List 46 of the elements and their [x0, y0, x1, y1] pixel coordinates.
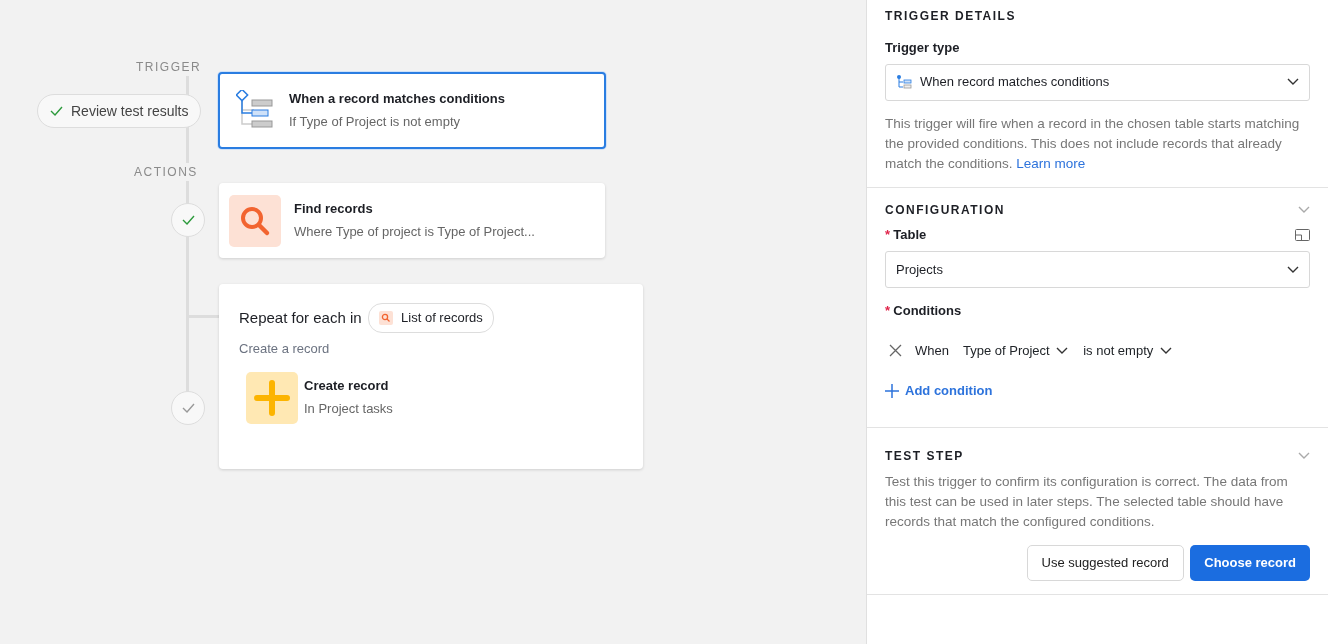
- plus-icon: [245, 371, 298, 424]
- condition-tree-icon: [896, 74, 912, 90]
- field-dropdown[interactable]: Type of Project: [961, 340, 1070, 362]
- list-of-records-chip[interactable]: List of records: [368, 303, 494, 333]
- check-icon: [50, 106, 63, 116]
- repeat-title: Repeat for each in: [239, 307, 362, 328]
- section-heading: TRIGGER DETAILS: [885, 7, 1017, 25]
- search-icon: [379, 310, 394, 325]
- trigger-description: This trigger will fire when a record in the chosen table starts matching the provided conditions. This does not include records that already match the conditions. Learn more: [885, 114, 1301, 173]
- condition-prefix: When: [915, 342, 949, 360]
- table-select[interactable]: Projects: [885, 251, 1310, 288]
- expand-view-icon[interactable]: [1295, 228, 1310, 241]
- section-heading: CONFIGURATION: [885, 201, 1005, 219]
- check-icon: [181, 215, 195, 225]
- field-label: * Table: [885, 226, 927, 244]
- field-label: * Conditions: [885, 302, 963, 320]
- step-title: Create record: [304, 377, 390, 396]
- test-description: Test this trigger to confirm its configuration is correct. The data from this test can be used in later steps. The selected table should have records that match the configured conditions.: [885, 472, 1289, 531]
- check-icon: [181, 403, 195, 413]
- chevron-down-icon: [1287, 265, 1299, 274]
- step-title: When a record matches conditions: [289, 90, 505, 109]
- chevron-down-icon: [1287, 78, 1299, 86]
- search-icon: [229, 194, 281, 247]
- close-icon[interactable]: [889, 344, 902, 358]
- step-title: Find records: [294, 200, 374, 219]
- add-condition-button[interactable]: Add condition: [885, 381, 993, 401]
- plus-icon: [885, 383, 899, 398]
- field-label: Trigger type: [885, 38, 961, 57]
- chevron-down-icon: [1056, 346, 1069, 355]
- required-mark: *: [885, 303, 891, 318]
- operator-dropdown[interactable]: is not empty: [1082, 340, 1173, 362]
- section-heading: TEST STEP: [885, 448, 964, 465]
- suggested-record-button[interactable]: Use suggested record: [1026, 544, 1184, 581]
- trigger-type-select[interactable]: When record matches conditions: [885, 63, 1310, 101]
- review-test-results-button[interactable]: Review test results: [37, 94, 202, 128]
- choose-record-button[interactable]: Choose record: [1190, 544, 1310, 581]
- required-mark: *: [885, 227, 891, 242]
- step-card[interactable]: Find records Where Type of project is Type of Project...: [219, 183, 605, 258]
- step-subtitle: In Project tasks: [304, 400, 393, 419]
- chevron-down-icon: [1159, 346, 1172, 355]
- trigger-card[interactable]: When a record matches conditions If Type of Project is not empty: [218, 72, 606, 149]
- step-subtitle: If Type of Project is not empty: [289, 113, 461, 132]
- step-subtitle: Where Type of project is Type of Project...: [294, 223, 535, 242]
- learn-more-link[interactable]: Learn more: [1016, 155, 1086, 171]
- step-card[interactable]: Repeat for each in List of records Create a record Create record In Project tasks: [219, 284, 643, 469]
- group-label: Create a record: [239, 340, 331, 358]
